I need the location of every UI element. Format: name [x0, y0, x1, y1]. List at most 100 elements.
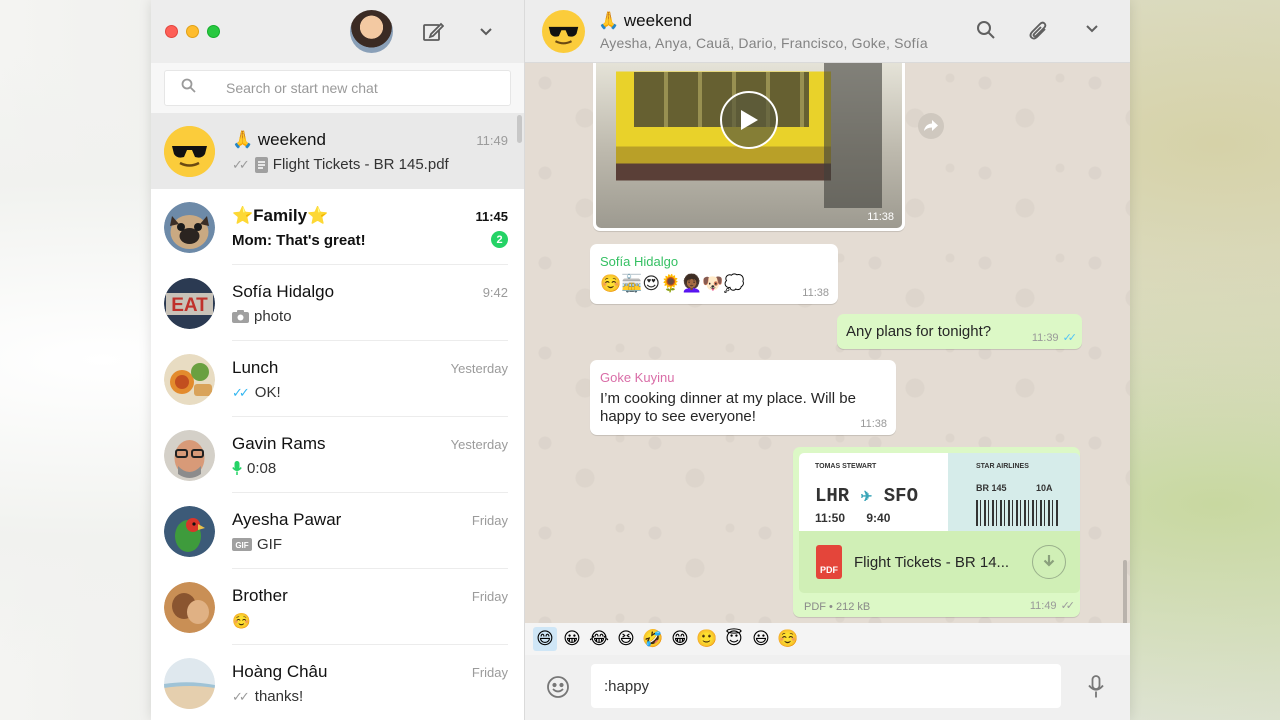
microphone-icon[interactable] — [1088, 675, 1104, 699]
message-bubble-incoming[interactable]: Sofía Hidalgo ☺️🚋😍🌻👩🏾‍🦱🐶💭 11:38 — [590, 244, 838, 304]
chevron-down-icon[interactable] — [1085, 24, 1099, 34]
chat-preview: ✓✓ thanks! — [232, 688, 303, 705]
chat-item-ayesha-pawar[interactable]: Ayesha Pawar Friday GIF GIF — [151, 493, 524, 569]
message-time: 11:38 — [867, 211, 894, 223]
chat-name: Brother — [232, 586, 288, 605]
avatar-parrot — [164, 505, 215, 557]
play-icon[interactable] — [720, 91, 778, 149]
video-message[interactable]: 11:38 — [593, 63, 905, 231]
emoji-suggestion[interactable]: 😀 — [560, 627, 584, 651]
chat-preview-text: Mom: That's great! — [232, 232, 366, 249]
chat-item-weekend[interactable]: 🙏 weekend 11:49 ✓✓ Flight Tickets - BR 1… — [151, 113, 524, 189]
unread-count-badge: 2 — [491, 231, 508, 248]
close-window-button[interactable] — [165, 25, 178, 38]
ticket-from: LHR — [815, 485, 850, 507]
file-attachment[interactable]: PDF Flight Tickets - BR 14... — [799, 531, 1080, 593]
chat-name: Hoàng Châu — [232, 662, 328, 681]
chat-time: Yesterday — [450, 361, 508, 376]
double-check-blue-icon: ✓✓ — [232, 384, 250, 400]
message-time-text: 11:39 — [1031, 331, 1059, 344]
chat-preview: photo — [232, 308, 292, 325]
document-icon — [254, 156, 268, 173]
message-time: 11:38 — [802, 287, 829, 299]
emoji-suggestion[interactable]: 😁 — [668, 627, 692, 651]
group-avatar-sunglasses-emoji[interactable] — [542, 10, 585, 53]
window-controls — [165, 25, 220, 38]
message-time: 11:49 ✓✓ — [1030, 599, 1076, 613]
conversation-header[interactable]: 🙏 weekend Ayesha, Anya, Cauã, Dario, Fra… — [525, 0, 1130, 63]
new-chat-icon[interactable] — [420, 19, 446, 45]
emoji-suggestion[interactable]: 😇 — [722, 627, 746, 651]
chat-item-lunch[interactable]: Lunch Yesterday ✓✓ OK! — [151, 341, 524, 417]
double-check-icon: ✓✓ — [232, 688, 250, 704]
avatar-beach — [164, 657, 215, 709]
emoji-suggestion[interactable]: ☺️ — [776, 627, 800, 651]
ticket-to: SFO — [883, 485, 918, 507]
emoji-suggestion[interactable]: 😆 — [614, 627, 638, 651]
my-profile-avatar[interactable] — [350, 10, 393, 53]
message-text: ☺️🚋😍🌻👩🏾‍🦱🐶💭 — [600, 274, 745, 293]
chevron-down-icon[interactable] — [473, 19, 499, 45]
search-input[interactable] — [226, 80, 486, 96]
video-thumbnail-tram[interactable]: 11:38 — [596, 63, 902, 228]
chat-time: 11:45 — [475, 209, 508, 224]
chat-time: 9:42 — [482, 285, 508, 300]
plane-icon: ✈ — [860, 490, 873, 506]
forward-icon[interactable] — [918, 113, 944, 139]
boarding-pass-preview[interactable]: TOMAS STEWART LHR ✈ SFO 11:50 9:40 STAR … — [799, 453, 1080, 531]
conversation-panel: 🙏 weekend Ayesha, Anya, Cauã, Dario, Fra… — [525, 0, 1130, 720]
chat-item-brother[interactable]: Brother Friday ☺️ — [151, 569, 524, 645]
search-icon[interactable] — [976, 20, 996, 40]
emoji-suggestion[interactable]: 😃 — [749, 627, 773, 651]
emoji-suggestion[interactable]: 🙂 — [695, 627, 719, 651]
message-sender: Goke Kuyinu — [600, 370, 675, 385]
double-check-blue-icon: ✓✓ — [1062, 332, 1078, 344]
emoji-suggestion[interactable]: 😂 — [587, 627, 611, 651]
whatsapp-window: 🙏 weekend 11:49 ✓✓ Flight Tickets - BR 1… — [151, 0, 1130, 720]
message-list-scrollbar[interactable] — [1123, 560, 1127, 623]
message-bubble-outgoing[interactable]: Any plans for tonight? 11:39 ✓✓ — [837, 314, 1082, 349]
search-bar — [151, 63, 524, 113]
chat-name: ⭐Family⭐ — [232, 206, 329, 225]
chat-item-hoang-chau[interactable]: Hoàng Châu Friday ✓✓ thanks! — [151, 645, 524, 720]
double-check-icon: ✓✓ — [1060, 600, 1076, 612]
svg-text:GIF: GIF — [235, 541, 248, 550]
chat-name: Gavin Rams — [232, 434, 326, 453]
message-time-text: 11:38 — [802, 287, 829, 299]
maximize-window-button[interactable] — [207, 25, 220, 38]
emoji-suggestion[interactable]: 😄 — [533, 627, 557, 651]
ticket-passenger: TOMAS STEWART — [815, 463, 877, 470]
message-bubble-incoming[interactable]: Goke Kuyinu I’m cooking dinner at my pla… — [590, 360, 896, 435]
message-text: Any plans for tonight? — [846, 323, 992, 340]
ticket-flight: BR 145 — [976, 483, 1007, 493]
chat-time: Friday — [471, 589, 508, 604]
chat-item-sofia-hidalgo[interactable]: EAT Sofía Hidalgo 9:42 photo — [151, 265, 524, 341]
message-list[interactable]: 11:38 Sofía Hidalgo ☺️🚋😍🌻👩🏾‍🦱🐶💭 11:38 An… — [525, 63, 1130, 623]
attach-paperclip-icon[interactable] — [1028, 20, 1050, 42]
chat-time: Yesterday — [450, 437, 508, 452]
barcode — [976, 500, 1058, 526]
chat-name: Lunch — [232, 358, 279, 377]
chat-item-gavin-rams[interactable]: Gavin Rams Yesterday 0:08 — [151, 417, 524, 493]
emoji-suggestion[interactable]: 🤣 — [641, 627, 665, 651]
minimize-window-button[interactable] — [186, 25, 199, 38]
double-check-icon: ✓✓ — [232, 156, 250, 172]
chat-preview: Mom: That's great! — [232, 232, 366, 249]
ticket-airline: STAR AIRLINES — [976, 463, 1029, 470]
document-message[interactable]: TOMAS STEWART LHR ✈ SFO 11:50 9:40 STAR … — [793, 447, 1080, 617]
chat-preview-text: photo — [254, 308, 292, 325]
mic-icon — [232, 461, 242, 476]
chat-name: Sofía Hidalgo — [232, 282, 335, 301]
emoji-smiley-icon[interactable] — [546, 675, 570, 699]
chat-list: 🙏 weekend 11:49 ✓✓ Flight Tickets - BR 1… — [151, 113, 524, 720]
chat-item-family[interactable]: ⭐Family⭐ 11:45 Mom: That's great! 2 — [151, 189, 524, 265]
chat-preview-text: OK! — [254, 384, 281, 401]
avatar-brother — [164, 581, 215, 633]
chat-time: Friday — [471, 665, 508, 680]
download-icon[interactable] — [1032, 545, 1066, 579]
chat-preview-text: 0:08 — [247, 460, 277, 477]
chat-list-scrollbar[interactable] — [517, 115, 522, 143]
chat-name: 🙏 weekend — [232, 130, 326, 149]
message-input[interactable] — [591, 664, 1061, 708]
message-text: I’m cooking dinner at my place. Will be — [600, 390, 856, 407]
